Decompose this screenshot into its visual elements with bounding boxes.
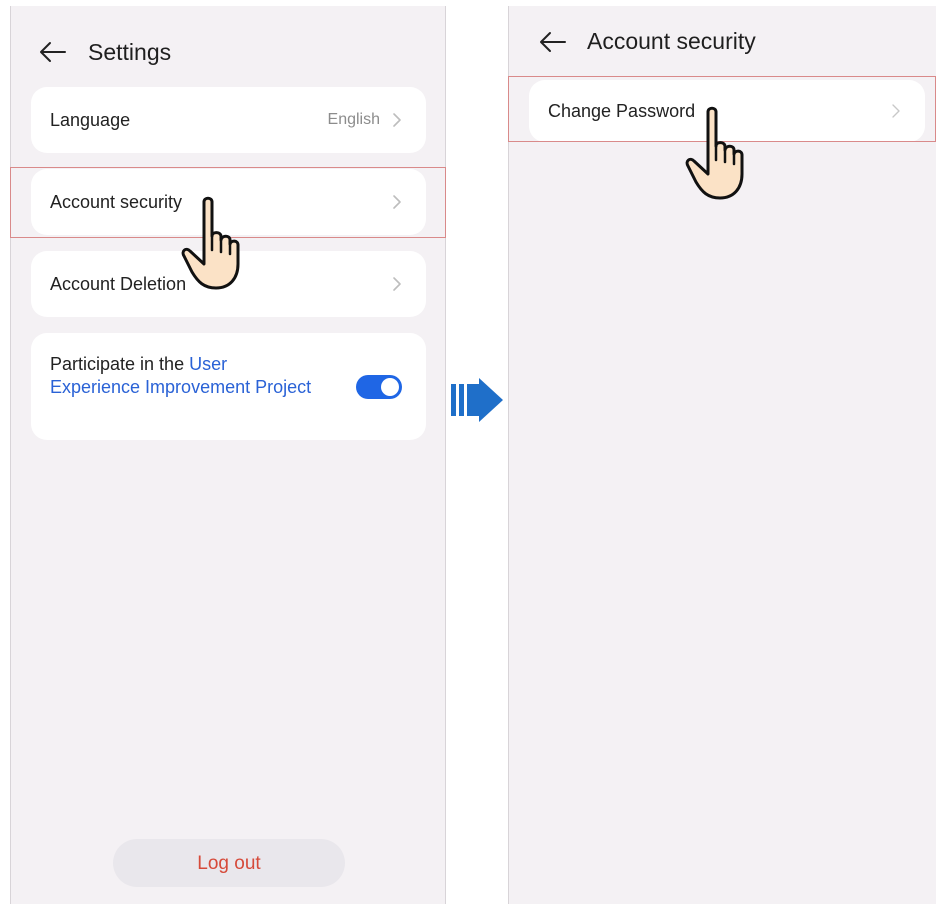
language-row[interactable]: Language English (31, 87, 426, 153)
ux-program-text: Participate in the User Experience Impro… (50, 353, 320, 399)
chevron-right-icon (891, 103, 901, 119)
ux-program-card: Participate in the User Experience Impro… (31, 333, 426, 440)
change-password-row[interactable]: Change Password (529, 80, 925, 142)
back-arrow-icon[interactable] (37, 40, 67, 64)
account-deletion-row[interactable]: Account Deletion (31, 251, 426, 317)
account-security-header: Account security (509, 26, 936, 66)
ux-program-toggle[interactable] (356, 375, 402, 399)
account-security-row[interactable]: Account security (31, 169, 426, 235)
chevron-right-icon (392, 194, 402, 210)
settings-header: Settings (11, 34, 445, 74)
back-arrow-icon[interactable] (537, 30, 567, 54)
double-arrow-right-icon (449, 376, 505, 424)
chevron-right-icon (392, 276, 402, 292)
language-value: English (327, 111, 380, 128)
page-title: Settings (88, 39, 172, 65)
ux-program-prefix: Participate in the (50, 354, 190, 374)
page-title: Account security (587, 28, 756, 54)
account-deletion-label: Account Deletion (50, 274, 187, 294)
chevron-right-icon (392, 112, 402, 128)
account-security-label: Account security (50, 192, 183, 212)
settings-screen: Settings Language English Account securi… (10, 6, 446, 904)
language-label: Language (50, 110, 131, 130)
account-security-screen: Account security Change Password (508, 6, 936, 904)
logout-button[interactable]: Log out (113, 839, 345, 887)
change-password-label: Change Password (548, 101, 696, 121)
toggle-knob (381, 378, 399, 396)
